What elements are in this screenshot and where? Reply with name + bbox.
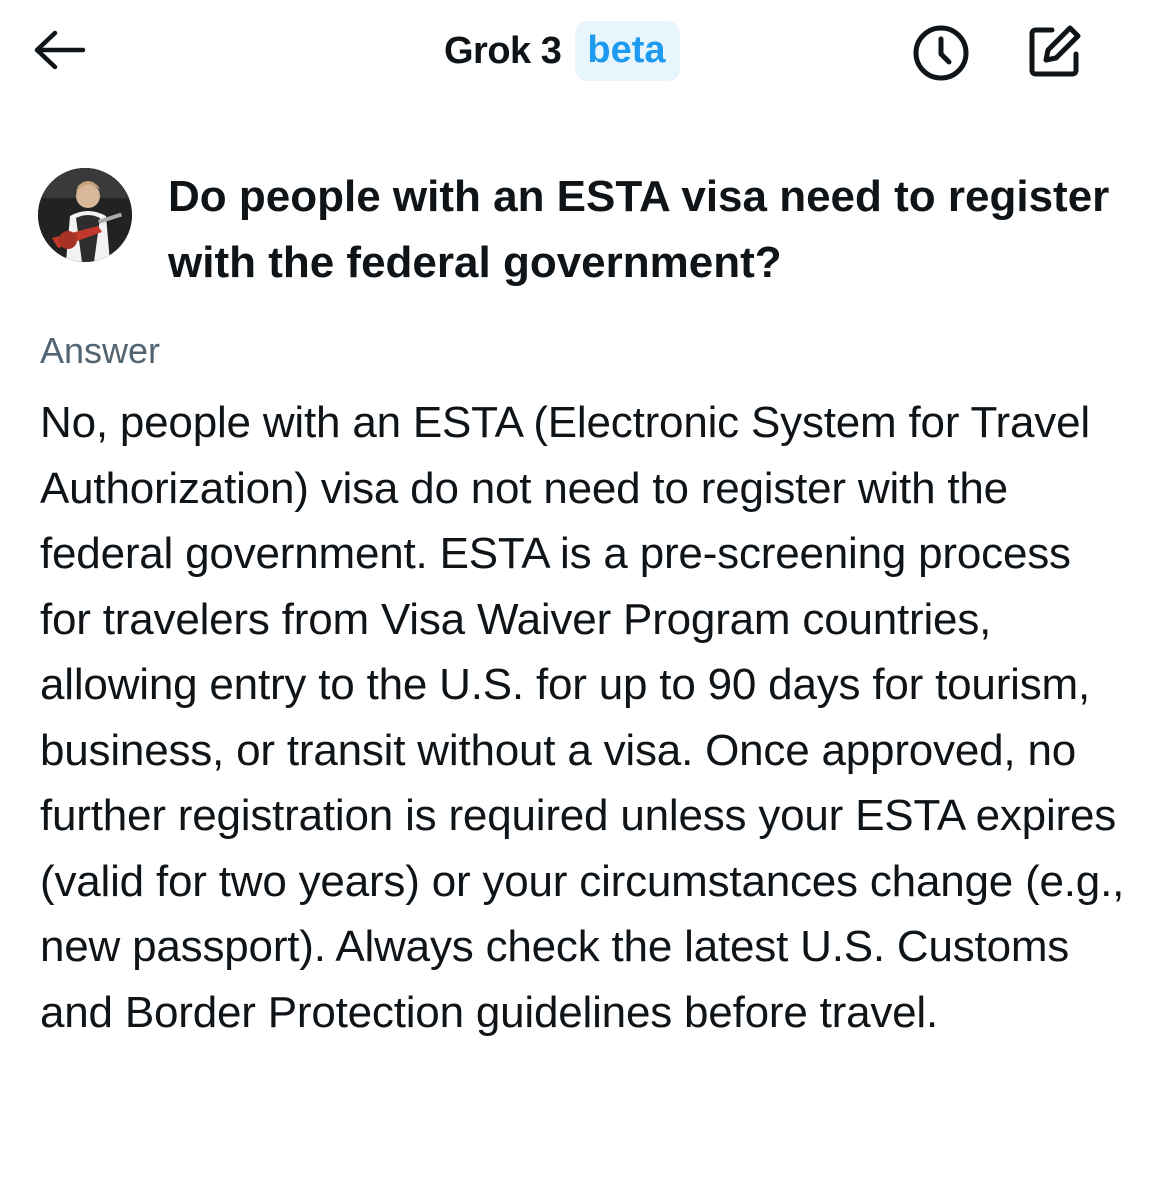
answer-label: Answer [40, 330, 161, 371]
compose-icon [1029, 25, 1081, 77]
top-bar: Grok 3 beta [0, 0, 1154, 110]
question-text: Do people with an ESTA visa need to regi… [168, 172, 1110, 287]
clock-icon [913, 25, 969, 81]
back-button[interactable] [30, 22, 90, 78]
app-title: Grok 3 [444, 29, 562, 72]
new-chat-button[interactable] [1024, 22, 1086, 80]
title-group: Grok 3 beta [444, 20, 680, 82]
history-button[interactable] [910, 24, 972, 82]
beta-badge: beta [575, 21, 680, 81]
answer-text: No, people with an ESTA (Electronic Syst… [40, 398, 1125, 1037]
user-photo [38, 168, 132, 262]
arrow-left-icon [34, 30, 86, 70]
avatar[interactable] [38, 168, 132, 262]
